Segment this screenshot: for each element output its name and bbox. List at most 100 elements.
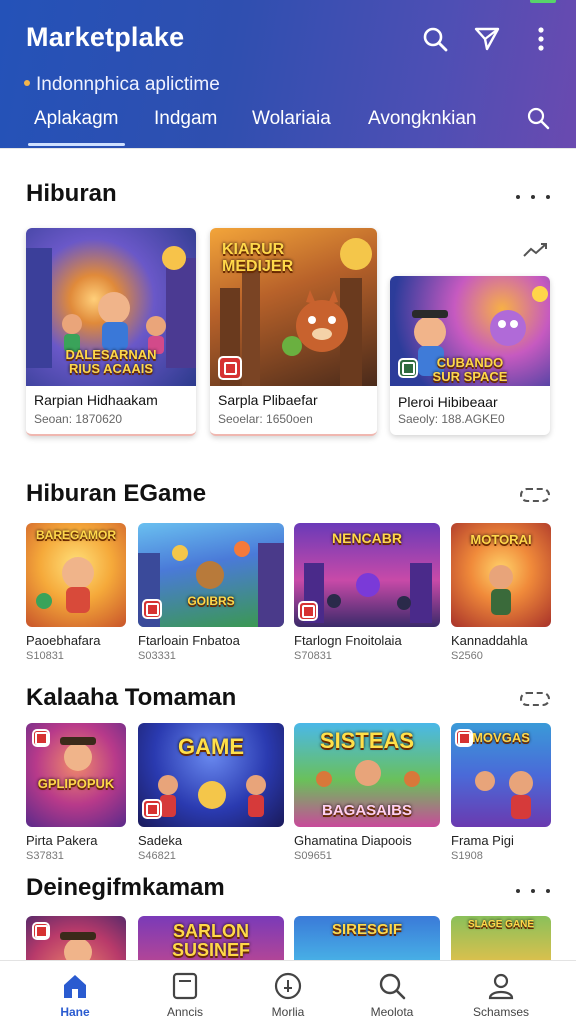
nav-home[interactable]: Hane [30, 971, 120, 1019]
tab-search-button[interactable] [526, 106, 550, 135]
game-name: Ftarlogn Fnoitolaia [294, 633, 402, 648]
section-more-button[interactable] [520, 488, 550, 502]
app-badge-icon [142, 799, 162, 819]
tab-aplakagm[interactable]: Aplakagm [28, 108, 124, 146]
tab-indgam[interactable]: Indgam [154, 108, 217, 130]
game-meta: S09651 [294, 850, 332, 862]
game-artwork: MOTORAI [451, 523, 551, 627]
tab-avongknkian[interactable]: Avongknkian [368, 108, 476, 130]
game-tile[interactable]: MOTORAI Kannaddahla S2560 [451, 523, 551, 662]
game-artwork: SISTEAS BAGASAIBS [294, 723, 440, 827]
search-icon [347, 971, 437, 1001]
featured-card[interactable]: KIARUR MEDIJER Sarpla Plibaefar Seoelar: … [210, 228, 377, 436]
game-name: Kannaddahla [451, 633, 528, 648]
tab-wolariaia[interactable]: Wolariaia [252, 108, 331, 130]
category-tabs: Aplakagm Indgam Wolariaia Avongknkian [0, 104, 576, 148]
nav-label: Meolota [370, 1005, 414, 1019]
nav-morlia[interactable]: Morlia [243, 971, 333, 1019]
game-tile[interactable]: GPLIPOPUK Pirta Pakera S37831 [26, 723, 126, 862]
more-vertical-icon [538, 27, 544, 51]
game-name: Sadeka [138, 833, 183, 848]
section-more-button[interactable] [516, 190, 550, 204]
nav-label: Anncis [166, 1005, 204, 1019]
game-tile[interactable]: GOIBRS Ftarloain Fnbatoa S03331 [138, 523, 284, 662]
featured-card[interactable]: DALESARNAN RIUS ACAAIS Rarpian Hidhaakam … [26, 228, 196, 436]
artwork-caption: SIRESGIF [331, 921, 402, 938]
game-meta: Seoelar: 1650oen [218, 412, 313, 426]
more-options-button[interactable] [526, 24, 556, 54]
app-badge-icon [218, 356, 242, 380]
game-name: Ftarloain Fnbatoa [138, 633, 240, 648]
send-icon [474, 27, 500, 51]
section-title-hiburan: Hiburan [26, 180, 117, 207]
section-title-deinegifmkamam: Deinegifmkamam [26, 874, 225, 901]
game-artwork: NENCABR [294, 523, 440, 627]
search-button[interactable] [420, 24, 450, 54]
game-artwork: GOIBRS [138, 523, 284, 627]
game-artwork: DALESARNAN RIUS ACAAIS [26, 228, 196, 386]
bullet-icon [24, 79, 30, 86]
game-tile[interactable]: SISTEAS BAGASAIBS Ghamatina Diapoois S09… [294, 723, 440, 862]
game-artwork: BAREGAMOR [26, 523, 126, 627]
app-title: Marketplake [26, 22, 185, 52]
section-title-kalaaha-tomaman: Kalaaha Tomaman [26, 684, 237, 711]
game-name: Sarpla Plibaefar [218, 392, 318, 408]
header-subtitle: Indonnphica aplictime [24, 74, 220, 96]
game-artwork: GAME [138, 723, 284, 827]
nav-schamses[interactable]: Schamses [456, 971, 546, 1019]
search-icon [527, 107, 550, 130]
battery-icon [530, 0, 556, 3]
game-artwork: CUBANDO SUR SPACE [390, 276, 550, 386]
game-name: Ghamatina Diapoois [294, 833, 412, 848]
nav-anncis[interactable]: Anncis [140, 971, 230, 1019]
game-meta: Saeoly: 188.AGKE0 [398, 412, 505, 426]
game-meta: S1908 [451, 850, 483, 862]
artwork-caption: BAGASAIBS [321, 802, 412, 819]
send-button[interactable] [472, 24, 502, 54]
game-name: Paoebhafara [26, 633, 101, 648]
tablet-icon [140, 971, 230, 1001]
section-more-button[interactable] [520, 692, 550, 706]
game-tile[interactable]: GAME Sadeka S46821 [138, 723, 284, 862]
nav-meolota[interactable]: Meolota [347, 971, 437, 1019]
game-name: Frama Pigi [451, 833, 514, 848]
app-badge-icon [142, 599, 162, 619]
app-header: Marketplake Indonnphica aplictime Aplaka… [0, 0, 576, 148]
app-badge-icon [398, 358, 418, 378]
header-divider [0, 148, 576, 149]
section-title-hiburan-egame: Hiburan EGame [26, 480, 207, 507]
game-meta: S2560 [451, 650, 483, 662]
search-icon [423, 27, 448, 52]
section-more-button[interactable] [516, 884, 550, 898]
game-artwork: KIARUR MEDIJER [210, 228, 377, 386]
game-meta: S46821 [138, 850, 176, 862]
game-tile[interactable]: NENCABR Ftarlogn Fnoitolaia S70831 [294, 523, 440, 662]
game-name: Pirta Pakera [26, 833, 98, 848]
artwork-caption: DALESARNAN RIUS ACAAIS [65, 347, 157, 376]
artwork-caption: GPLIPOPUK [37, 776, 115, 791]
game-tile[interactable]: MOVGAS Frama Pigi S1908 [451, 723, 551, 862]
artwork-caption: SARLON SUSINEF [171, 921, 250, 960]
nav-label: Morlia [271, 1005, 305, 1019]
game-name: Rarpian Hidhaakam [34, 392, 158, 408]
game-tile[interactable]: BAREGAMOR Paoebhafara S10831 [26, 523, 126, 662]
game-meta: S70831 [294, 650, 332, 662]
bottom-navigation: Hane Anncis Morlia Meolota Schamses [0, 960, 576, 1024]
nav-label: Hane [60, 1005, 90, 1019]
game-artwork: GPLIPOPUK [26, 723, 126, 827]
profile-icon [456, 971, 546, 1001]
compass-icon [243, 971, 333, 1001]
artwork-caption: SLAGE GANE [467, 919, 535, 930]
artwork-caption: NENCABR [332, 530, 402, 546]
game-meta: S03331 [138, 650, 176, 662]
artwork-caption: GAME [178, 734, 244, 759]
game-name: Pleroi Hibibeaar [398, 394, 498, 410]
status-bar [0, 0, 576, 6]
artwork-caption: SISTEAS [319, 728, 415, 753]
app-badge-icon [32, 729, 50, 747]
app-badge-icon [455, 729, 473, 747]
artwork-caption: MOTORAI [470, 532, 532, 547]
game-meta: S37831 [26, 850, 64, 862]
artwork-caption: BAREGAMOR [36, 528, 116, 542]
featured-card[interactable]: CUBANDO SUR SPACE Pleroi Hibibeaar Saeoly… [390, 276, 550, 435]
